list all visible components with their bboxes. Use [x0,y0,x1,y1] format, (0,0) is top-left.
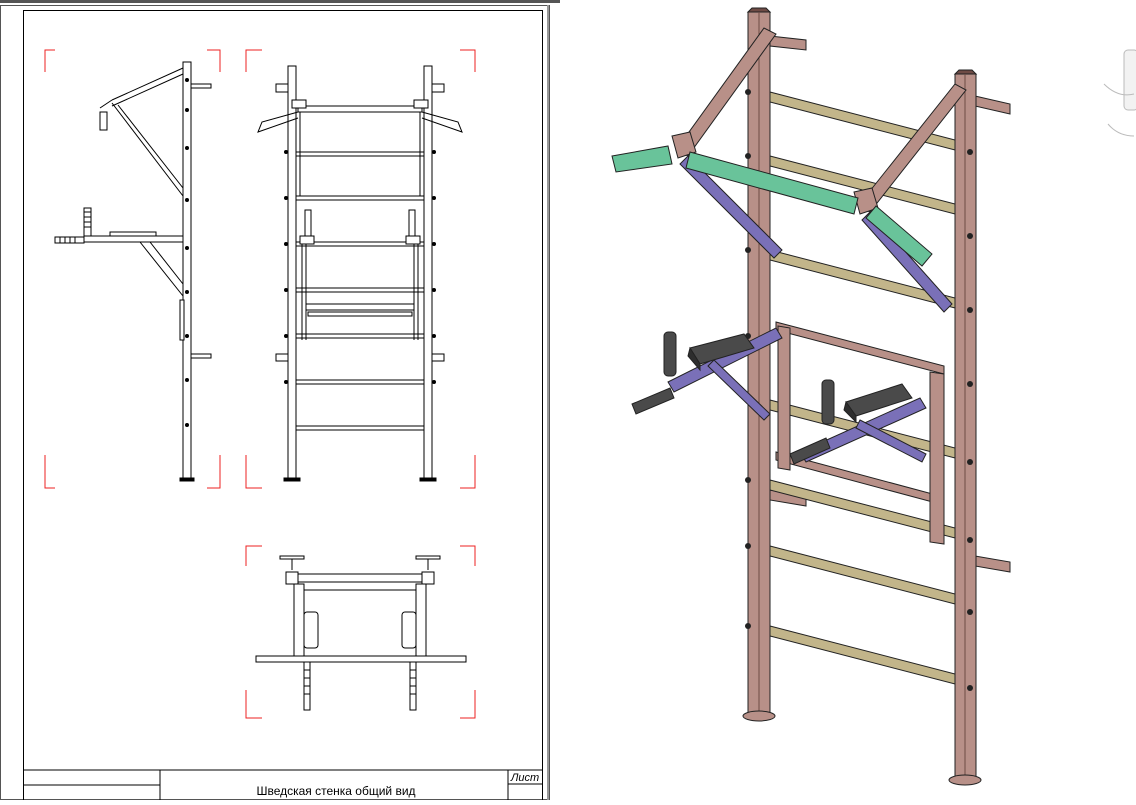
model-3d-viewport[interactable] [560,0,1136,800]
window-top-strip [0,0,560,3]
side-view [44,49,221,489]
drawing-sheet: Шведская стенка общий вид Лист [0,0,560,801]
sheet-label: Лист [510,772,539,784]
front-view [245,49,476,489]
view-cube-icon[interactable] [1103,49,1136,137]
sheet-outer-frame [0,5,550,800]
drawing-title: Шведская стенка общий вид [256,784,415,798]
wall-bars-3d-model [611,7,1011,786]
top-view [245,545,476,719]
